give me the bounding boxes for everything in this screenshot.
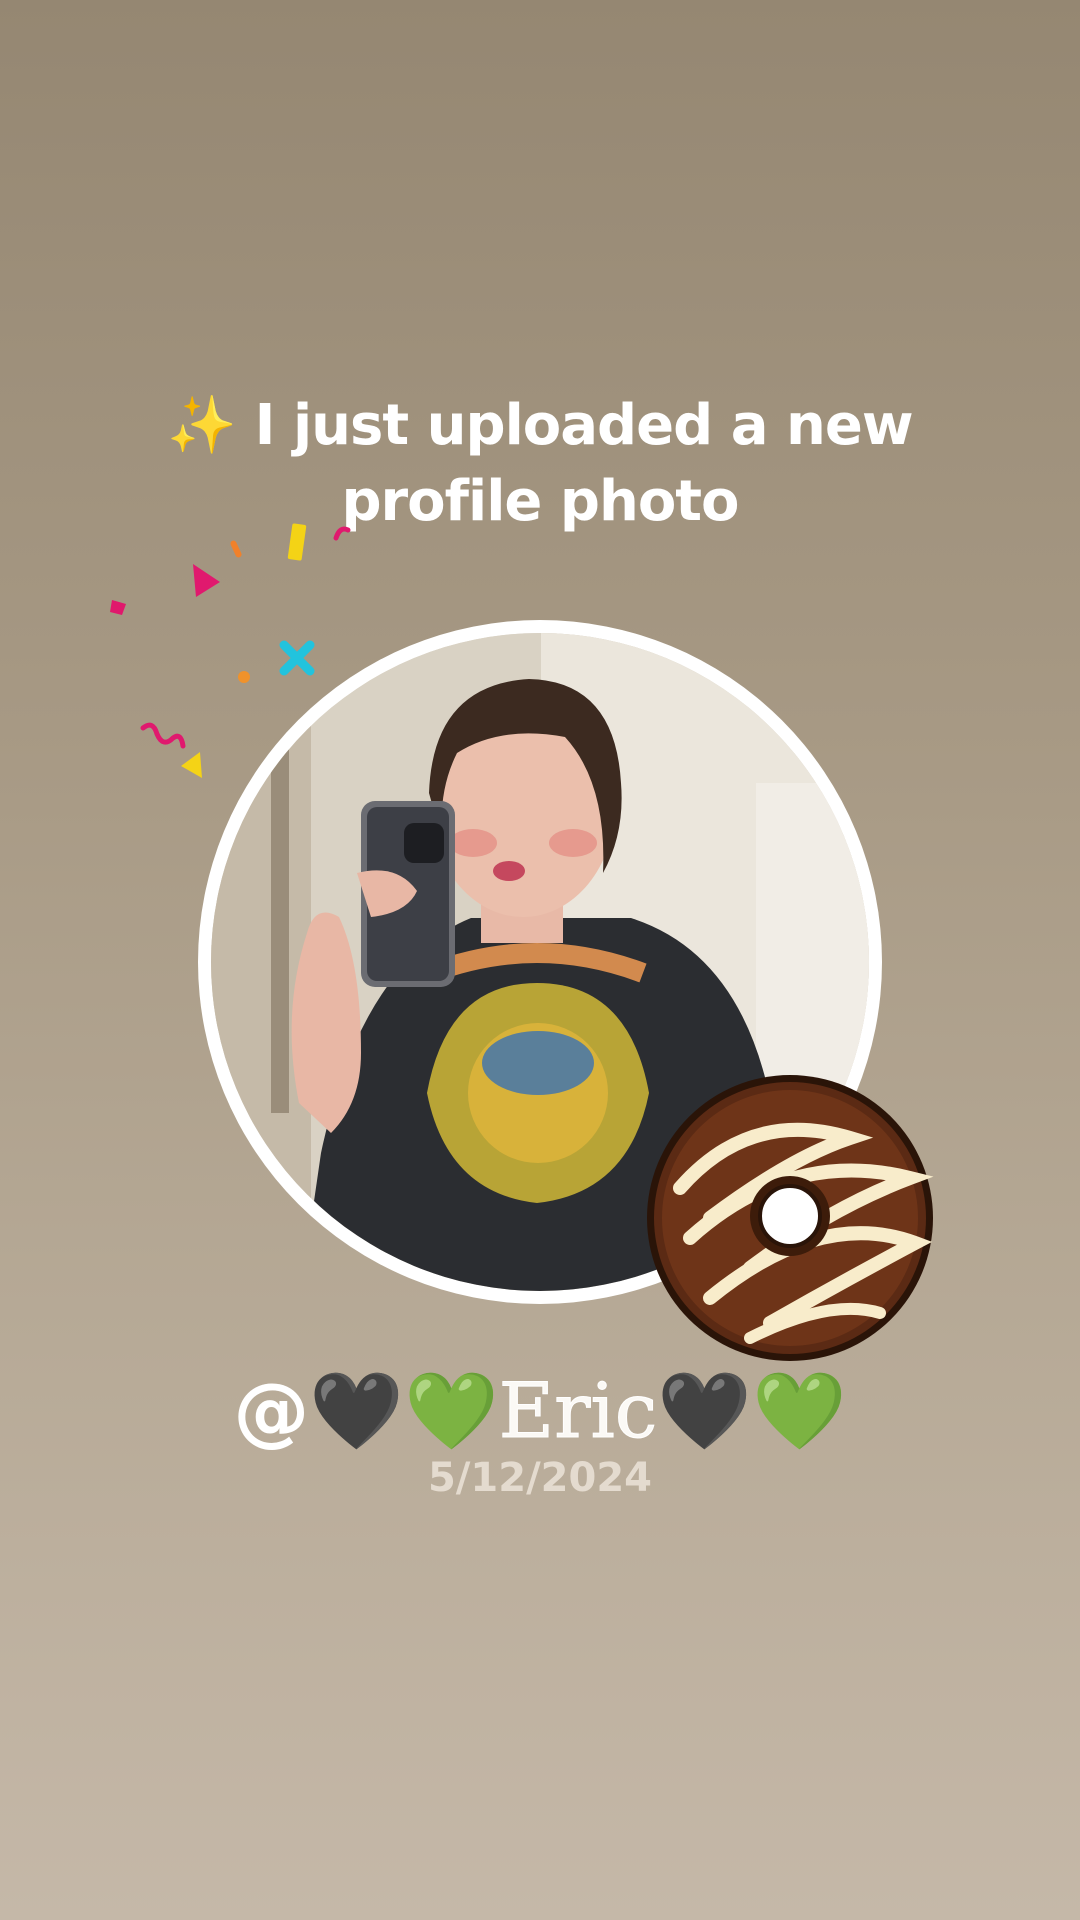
confetti-piece <box>140 722 186 749</box>
sparkle-icon: ✨ <box>167 393 237 458</box>
black-heart-icon: 🖤 <box>657 1366 752 1455</box>
handle-name: Eric <box>498 1366 658 1455</box>
confetti-piece <box>110 600 126 615</box>
green-heart-icon: 💚 <box>751 1366 847 1455</box>
upload-date: 5/12/2024 <box>427 1455 653 1501</box>
profile-handle[interactable]: @🖤💚Eric🖤💚 <box>0 1366 1080 1455</box>
handle-at: @ <box>233 1366 310 1455</box>
confetti-piece <box>181 752 202 778</box>
donut-sticker-icon <box>647 1075 934 1361</box>
headline-line-2: profile photo <box>341 469 739 534</box>
confetti-piece <box>279 640 315 676</box>
headline-line-1: ✨ I just uploaded a new <box>0 388 1080 464</box>
headline-text-1: I just uploaded a new <box>254 393 914 458</box>
headline: ✨ I just uploaded a new profile photo <box>0 388 1080 540</box>
confetti-piece <box>193 564 220 597</box>
black-heart-icon: 🖤 <box>309 1366 405 1455</box>
green-heart-icon: 💚 <box>404 1366 499 1455</box>
confetti-piece <box>238 671 250 683</box>
confetti-piece <box>230 540 242 558</box>
